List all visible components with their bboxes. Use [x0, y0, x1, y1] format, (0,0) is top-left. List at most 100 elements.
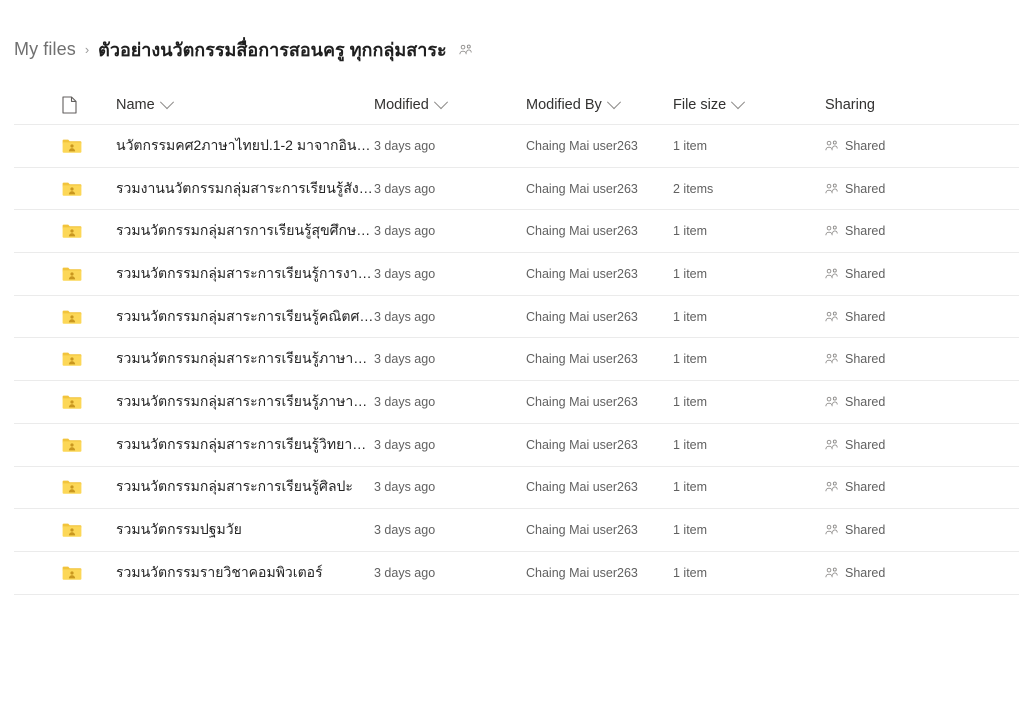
file-name-link[interactable]: รวมนวัตกรรมกลุ่มสาระการเรียนรู้ภาษาไทย — [116, 348, 374, 370]
file-size-value: 2 items — [673, 181, 714, 196]
file-list: Name Modified Modified By File size Shar… — [0, 85, 1033, 595]
row-name-cell[interactable]: นวัตกรรมคศ2ภาษาไทยป.1-2 มาจากอินเตอร์เนต — [76, 135, 374, 157]
row-name-cell[interactable]: รวมนวัตกรรมกลุ่มสาระการเรียนรู้ภาษาอังกฤ… — [76, 391, 374, 413]
row-name-cell[interactable]: รวมนวัตกรรมปฐมวัย — [76, 519, 374, 541]
row-sharing-cell[interactable]: Shared — [825, 352, 985, 366]
column-header-modified-label: Modified — [374, 96, 429, 113]
column-header-name-label: Name — [116, 96, 155, 113]
table-row[interactable]: รวมนวัตกรรมกลุ่มสาระการเรียนรู้การงานอาช… — [14, 253, 1019, 296]
row-icon-cell — [14, 565, 82, 581]
file-size-value: 1 item — [673, 309, 708, 324]
row-file-size-cell: 1 item — [673, 222, 825, 240]
file-name-link[interactable]: รวมงานนวัตกรรมกลุ่มสาระการเรียนรู้สังคมศ… — [116, 178, 374, 200]
row-modified-by-cell: Chaing Mai user263 — [526, 265, 673, 283]
row-name-cell[interactable]: รวมนวัตกรรมกลุ่มสาระการเรียนรู้คณิตศาสตร… — [76, 306, 374, 328]
row-sharing-cell[interactable]: Shared — [825, 395, 985, 409]
people-icon — [825, 524, 839, 536]
document-icon — [62, 95, 77, 114]
row-modified-cell: 3 days ago — [374, 564, 526, 582]
row-name-cell[interactable]: รวมนวัตกรรมกลุ่มสารการเรียนรู้สุขศึกษาแล… — [76, 220, 374, 242]
row-sharing-cell[interactable]: Shared — [825, 310, 985, 324]
file-name-link[interactable]: รวมนวัตกรรมปฐมวัย — [116, 519, 374, 541]
modified-by-user: Chaing Mai user263 — [526, 138, 638, 153]
sharing-status-label: Shared — [845, 437, 886, 452]
table-row[interactable]: รวมนวัตกรรมกลุ่มสารการเรียนรู้สุขศึกษาแล… — [14, 210, 1019, 254]
sharing-status-label: Shared — [845, 480, 886, 495]
file-name-link[interactable]: รวมนวัตกรรมกลุ่มสาระการเรียนรู้ศิลปะ — [116, 476, 374, 498]
row-icon-cell — [14, 522, 82, 538]
file-name-link[interactable]: รวมนวัตกรรมกลุ่มสาระการเรียนรู้การงานอาช… — [116, 263, 374, 285]
file-name-link[interactable]: นวัตกรรมคศ2ภาษาไทยป.1-2 มาจากอินเตอร์เนต — [116, 135, 374, 157]
table-row[interactable]: รวมนวัตกรรมกลุ่มสาระการเรียนรู้ภาษาไทย 3… — [14, 338, 1019, 382]
modified-by-user: Chaing Mai user263 — [526, 309, 638, 324]
column-header-file-size[interactable]: File size — [673, 94, 825, 113]
table-row[interactable]: รวมนวัตกรรมกลุ่มสาระการเรียนรู้คณิตศาสตร… — [14, 296, 1019, 339]
modified-date: 3 days ago — [374, 480, 436, 495]
people-icon — [825, 225, 839, 237]
row-icon-cell — [14, 309, 82, 325]
row-icon-cell — [14, 437, 82, 453]
row-name-cell[interactable]: รวมนวัตกรรมกลุ่มสาระการเรียนรู้ภาษาไทย — [76, 348, 374, 370]
column-header-sharing[interactable]: Sharing — [825, 97, 985, 113]
column-header-icon[interactable] — [14, 95, 77, 114]
row-name-cell[interactable]: รวมนวัตกรรมรายวิชาคอมพิวเตอร์ — [76, 562, 374, 584]
file-size-value: 1 item — [673, 266, 708, 281]
modified-by-user: Chaing Mai user263 — [526, 480, 638, 495]
modified-by-user: Chaing Mai user263 — [526, 523, 638, 538]
row-sharing-cell[interactable]: Shared — [825, 566, 985, 580]
row-sharing-cell[interactable]: Shared — [825, 523, 985, 537]
row-modified-cell: 3 days ago — [374, 222, 526, 240]
row-name-cell[interactable]: รวมงานนวัตกรรมกลุ่มสาระการเรียนรู้สังคมศ… — [76, 178, 374, 200]
sharing-status-label: Shared — [845, 224, 886, 239]
row-modified-cell: 3 days ago — [374, 350, 526, 368]
file-name-link[interactable]: รวมนวัตกรรมรายวิชาคอมพิวเตอร์ — [116, 562, 374, 584]
sharing-status-label: Shared — [845, 309, 886, 324]
file-name-link[interactable]: รวมนวัตกรรมกลุ่มสารการเรียนรู้สุขศึกษาแล… — [116, 220, 374, 242]
file-list-header: Name Modified Modified By File size Shar… — [14, 85, 1019, 125]
table-row[interactable]: นวัตกรรมคศ2ภาษาไทยป.1-2 มาจากอินเตอร์เนต… — [14, 125, 1019, 168]
row-modified-cell: 3 days ago — [374, 478, 526, 496]
table-row[interactable]: รวมนวัตกรรมกลุ่มสาระการเรียนรู้ศิลปะ 3 d… — [14, 467, 1019, 510]
table-row[interactable]: รวมนวัตกรรมกลุ่มสาระการเรียนรู้ภาษาอังกฤ… — [14, 381, 1019, 424]
row-name-cell[interactable]: รวมนวัตกรรมกลุ่มสาระการเรียนรู้วิทยาศาสต… — [76, 434, 374, 456]
column-header-modified[interactable]: Modified — [374, 94, 526, 113]
row-file-size-cell: 1 item — [673, 265, 825, 283]
row-sharing-cell[interactable]: Shared — [825, 224, 985, 238]
row-sharing-cell[interactable]: Shared — [825, 139, 985, 153]
column-header-sharing-label: Sharing — [825, 96, 875, 113]
row-sharing-cell[interactable]: Shared — [825, 182, 985, 196]
row-name-cell[interactable]: รวมนวัตกรรมกลุ่มสาระการเรียนรู้ศิลปะ — [76, 476, 374, 498]
people-icon — [459, 44, 473, 56]
people-icon — [825, 140, 839, 152]
row-sharing-cell[interactable]: Shared — [825, 480, 985, 494]
chevron-down-icon — [433, 94, 448, 109]
column-header-name[interactable]: Name — [76, 96, 374, 113]
modified-date: 3 days ago — [374, 565, 436, 580]
table-row[interactable]: รวมนวัตกรรมกลุ่มสาระการเรียนรู้วิทยาศาสต… — [14, 424, 1019, 467]
file-size-value: 1 item — [673, 352, 708, 367]
row-modified-by-cell: Chaing Mai user263 — [526, 180, 673, 198]
table-row[interactable]: รวมงานนวัตกรรมกลุ่มสาระการเรียนรู้สังคมศ… — [14, 168, 1019, 211]
row-file-size-cell: 1 item — [673, 564, 825, 582]
row-modified-cell: 3 days ago — [374, 137, 526, 155]
breadcrumb-current-folder[interactable]: ตัวอย่างนวัตกรรมสื่อการสอนครู ทุกกลุ่มสา… — [98, 35, 447, 64]
row-sharing-cell[interactable]: Shared — [825, 438, 985, 452]
file-name-link[interactable]: รวมนวัตกรรมกลุ่มสาระการเรียนรู้ภาษาอังกฤ… — [116, 391, 374, 413]
table-row[interactable]: รวมนวัตกรรมรายวิชาคอมพิวเตอร์ 3 days ago… — [14, 552, 1019, 595]
row-file-size-cell: 2 items — [673, 180, 825, 198]
breadcrumb-root-link[interactable]: My files — [14, 39, 76, 60]
file-size-value: 1 item — [673, 437, 708, 452]
sharing-status-label: Shared — [845, 138, 886, 153]
modified-date: 3 days ago — [374, 352, 436, 367]
file-name-link[interactable]: รวมนวัตกรรมกลุ่มสาระการเรียนรู้วิทยาศาสต… — [116, 434, 374, 456]
breadcrumb: My files › ตัวอย่างนวัตกรรมสื่อการสอนครู… — [0, 30, 1033, 68]
file-name-link[interactable]: รวมนวัตกรรมกลุ่มสาระการเรียนรู้คณิตศาสตร… — [116, 306, 374, 328]
row-name-cell[interactable]: รวมนวัตกรรมกลุ่มสาระการเรียนรู้การงานอาช… — [76, 263, 374, 285]
table-row[interactable]: รวมนวัตกรรมปฐมวัย 3 days ago Chaing Mai … — [14, 509, 1019, 552]
sharing-status-label: Shared — [845, 266, 886, 281]
column-header-modified-by[interactable]: Modified By — [526, 94, 673, 113]
modified-by-user: Chaing Mai user263 — [526, 394, 638, 409]
sharing-status-label: Shared — [845, 565, 886, 580]
modified-by-user: Chaing Mai user263 — [526, 181, 638, 196]
row-sharing-cell[interactable]: Shared — [825, 267, 985, 281]
